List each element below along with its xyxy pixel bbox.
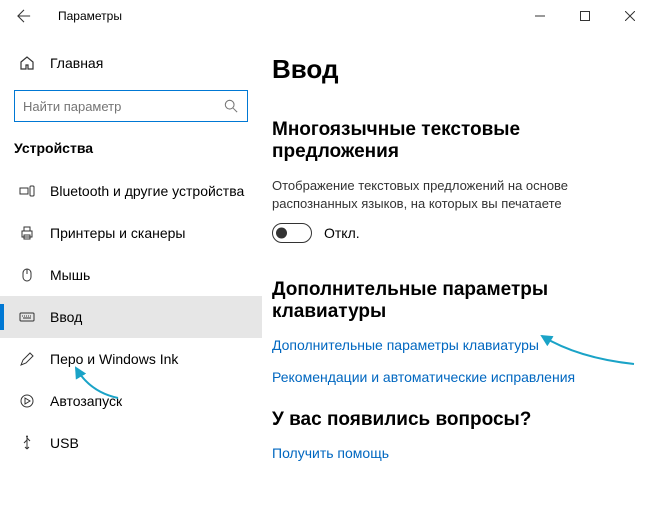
toggle-state-label: Откл. [324,225,360,241]
close-button[interactable] [607,0,652,32]
toggle-row: Откл. [272,223,642,243]
sidebar-item-label: Автозапуск [50,393,122,409]
sidebar-item-label: Принтеры и сканеры [50,225,185,241]
close-icon [625,11,635,21]
sidebar-item-usb[interactable]: USB [0,422,262,464]
maximize-button[interactable] [562,0,607,32]
autoplay-icon [18,392,36,410]
sidebar: Главная Устройства Bluetooth и другие ус… [0,32,262,519]
section-help-heading: У вас появились вопросы? [272,409,642,431]
search-input[interactable] [14,90,248,122]
sidebar-item-label: USB [50,435,79,451]
usb-icon [18,434,36,452]
sidebar-item-typing[interactable]: Ввод [0,296,262,338]
maximize-icon [580,11,590,21]
keyboard-icon [18,308,36,326]
link-get-help[interactable]: Получить помощь [272,445,642,461]
sidebar-item-autoplay[interactable]: Автозапуск [0,380,262,422]
printer-icon [18,224,36,242]
sidebar-item-bluetooth[interactable]: Bluetooth и другие устройства [0,170,262,212]
sidebar-item-label: Мышь [50,267,90,283]
page-title: Ввод [272,54,642,85]
nav-home[interactable]: Главная [0,42,262,84]
nav-home-label: Главная [50,55,103,71]
arrow-left-icon [17,9,31,23]
home-icon [18,54,36,72]
back-button[interactable] [8,0,40,32]
mouse-icon [18,266,36,284]
window-controls [517,0,652,32]
section-multilang-heading: Многоязычные текстовые предложения [272,119,642,163]
window-title: Параметры [58,9,122,23]
link-autocorrect[interactable]: Рекомендации и автоматические исправлени… [272,369,642,385]
search-wrap [14,90,248,122]
sidebar-group-header: Устройства [0,134,262,170]
sidebar-item-mouse[interactable]: Мышь [0,254,262,296]
link-advanced-keyboard[interactable]: Дополнительные параметры клавиатуры [272,337,642,353]
sidebar-item-label: Перо и Windows Ink [50,351,178,367]
section-advanced-heading: Дополнительные параметры клавиатуры [272,279,642,323]
minimize-icon [535,11,545,21]
section-multilang-desc: Отображение текстовых предложений на осн… [272,177,632,213]
multilang-toggle[interactable] [272,223,312,243]
sidebar-item-label: Bluetooth и другие устройства [50,183,244,199]
minimize-button[interactable] [517,0,562,32]
pen-icon [18,350,36,368]
sidebar-item-pen[interactable]: Перо и Windows Ink [0,338,262,380]
sidebar-item-label: Ввод [50,309,82,325]
toggle-knob [276,228,287,239]
sidebar-item-printers[interactable]: Принтеры и сканеры [0,212,262,254]
devices-icon [18,182,36,200]
main-content: Ввод Многоязычные текстовые предложения … [262,32,652,519]
titlebar: Параметры [0,0,652,32]
